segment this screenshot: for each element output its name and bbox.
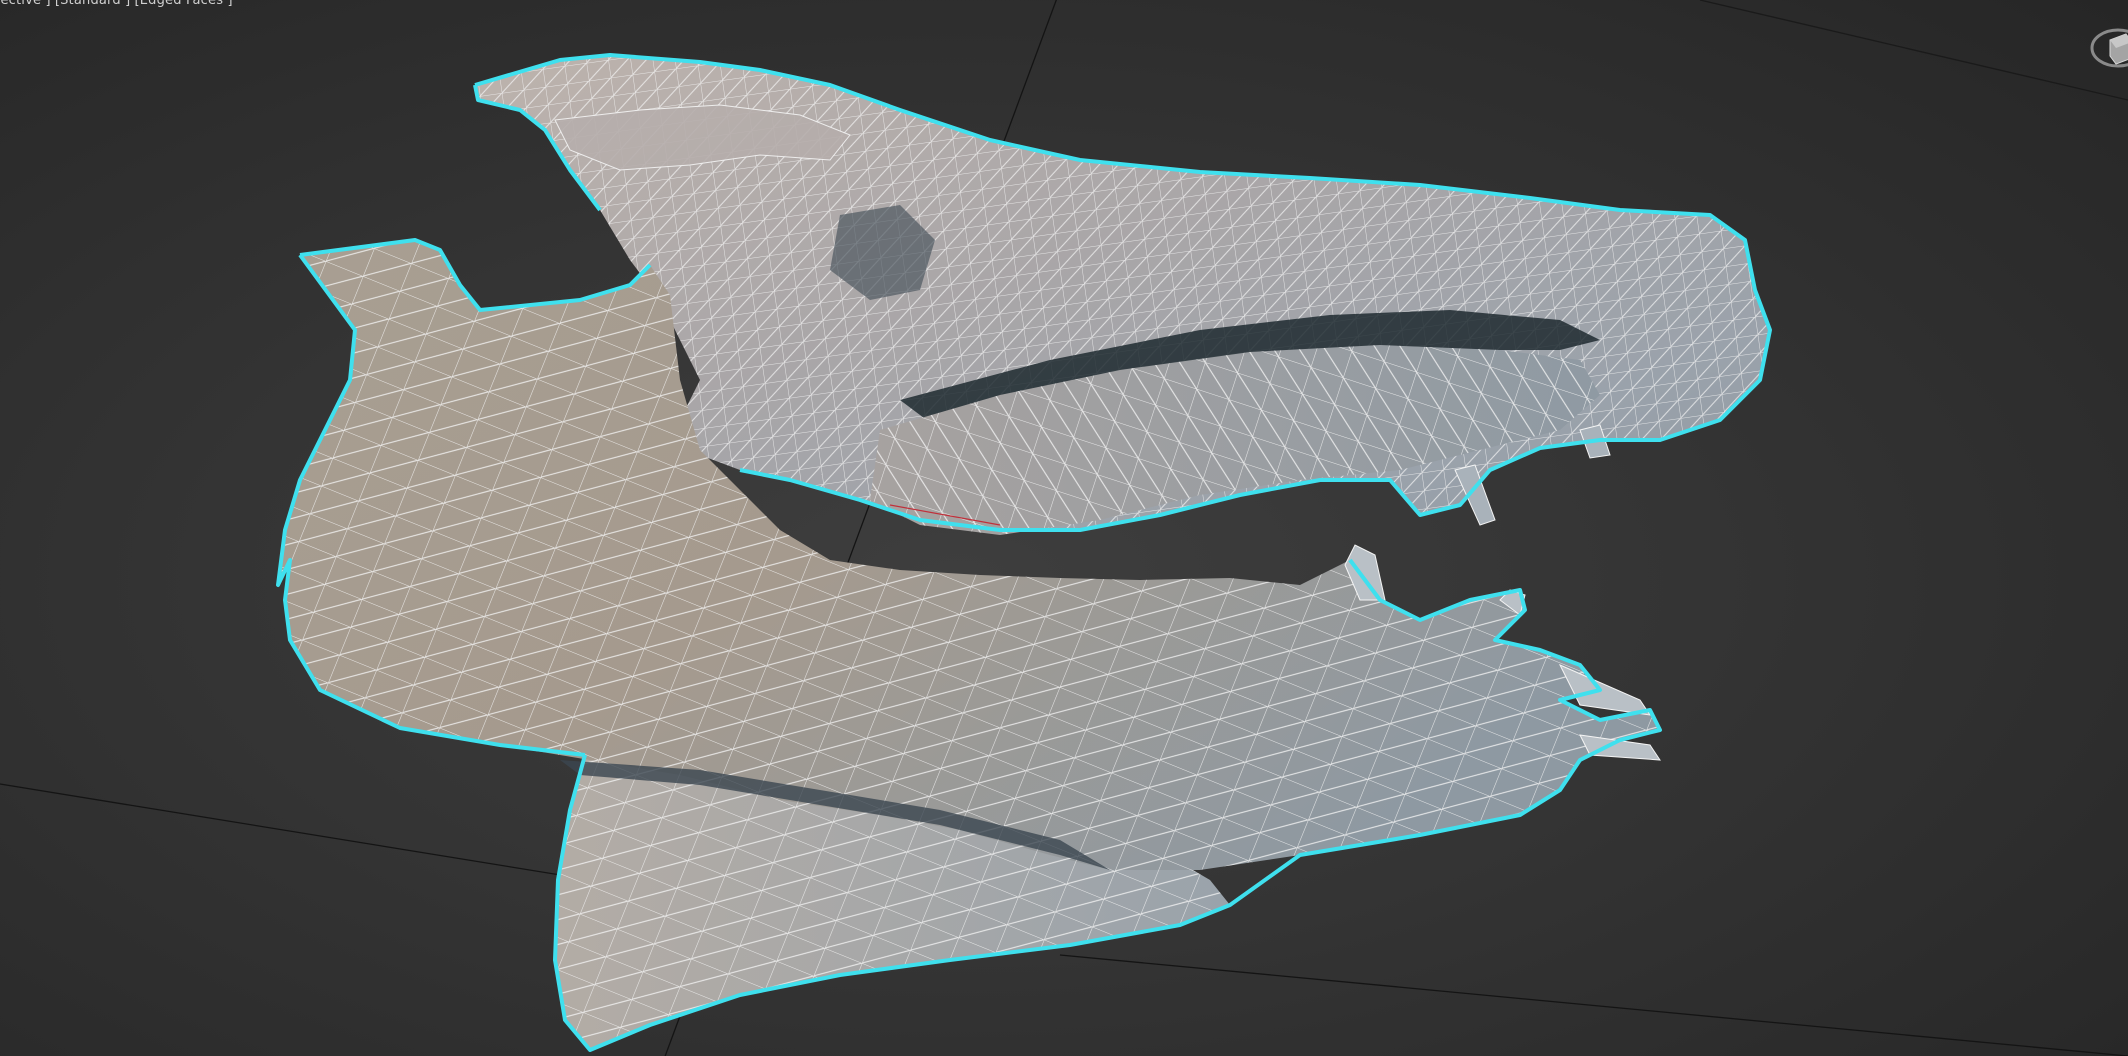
viewcube-icon[interactable] xyxy=(2088,18,2128,78)
viewport-shading-menu[interactable]: [Standard ] xyxy=(55,0,131,8)
skull-model[interactable] xyxy=(276,53,1772,1052)
perspective-viewport[interactable]: pective ] [Standard ] [Edged Faces ] xyxy=(0,0,2128,1056)
viewport-label[interactable]: pective ] [Standard ] [Edged Faces ] xyxy=(0,0,233,8)
viewport-display-menu[interactable]: [Edged Faces ] xyxy=(134,0,232,8)
viewport-canvas[interactable] xyxy=(0,0,2128,1056)
viewport-view-menu[interactable]: pective ] xyxy=(0,0,51,8)
